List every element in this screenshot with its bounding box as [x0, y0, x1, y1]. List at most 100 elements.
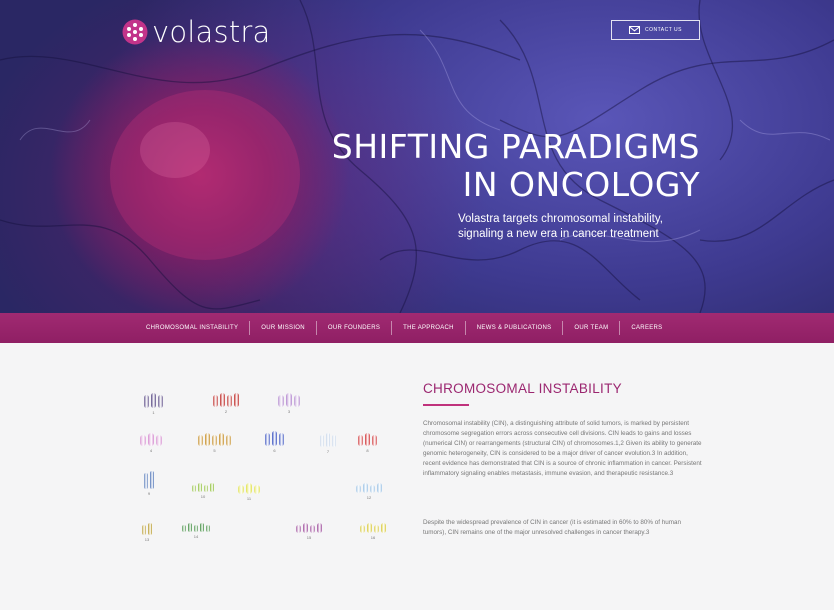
chromosome	[278, 395, 284, 407]
chromosome-pair-number: 16	[370, 535, 376, 540]
chromosome	[238, 485, 244, 494]
nav-our-mission[interactable]: OUR MISSION	[250, 321, 317, 335]
mail-icon	[628, 26, 640, 34]
chromosome-pair: 9	[144, 471, 154, 496]
chromosome-pair-number: 3	[287, 409, 291, 414]
chromosome-pair: 16	[360, 523, 386, 540]
chromosome	[363, 483, 368, 493]
chromosome-pair: 2	[213, 393, 239, 414]
chromosome-pair-number: 6	[273, 448, 276, 453]
chromosome	[219, 433, 224, 446]
chromosome-pair-number: 2	[224, 409, 228, 414]
chromosome	[206, 525, 210, 532]
chromosome	[372, 435, 377, 446]
chromosome-pair: 3	[278, 393, 300, 414]
chromosome-pair-number: 1	[152, 410, 155, 415]
chromosome	[156, 435, 162, 446]
chromosome	[286, 393, 292, 407]
volastra-logo[interactable]: volastra	[122, 15, 271, 49]
chromosome	[148, 523, 152, 535]
chromosome-pair: 4	[140, 433, 162, 453]
chromosome	[227, 395, 232, 407]
chromosome-pair: 5	[198, 433, 231, 453]
chromosome	[151, 393, 156, 408]
chromosome	[142, 525, 146, 535]
chromosome	[310, 525, 315, 533]
chromosome	[381, 523, 386, 533]
chromosome-pair-number: 14	[193, 534, 199, 539]
chromosome-pair-number: 5	[213, 448, 216, 453]
chromosome	[332, 435, 336, 447]
chromosome-pair: 7	[320, 433, 336, 454]
nav-our-founders[interactable]: OUR FOUNDERS	[317, 321, 393, 335]
chromosome	[367, 523, 372, 533]
karyotype-illustration: 1 2 3 4 5 6 7 8 9 10 11 12 13 14 15 16	[140, 391, 400, 571]
headline-line-1: SHIFTING PARADIGMS	[331, 127, 700, 166]
chromosome-pair: 8	[358, 433, 377, 453]
chromosome	[188, 523, 192, 532]
nav-careers[interactable]: CAREERS	[620, 321, 673, 335]
chromosome	[272, 431, 277, 446]
headline-line-2: IN ONCOLOGY	[462, 165, 700, 204]
nav-news-publications[interactable]: NEWS & PUBLICATIONS	[466, 321, 564, 335]
chromosome	[144, 473, 148, 489]
nav-chromosomal-instability[interactable]: CHROMOSOMAL INSTABILITY	[135, 321, 251, 335]
chromosome-pair: 1	[144, 393, 163, 415]
contact-us-button[interactable]: CONTACT US	[611, 20, 700, 40]
chromosome	[246, 483, 252, 494]
chromosome	[374, 525, 379, 533]
chromosome	[205, 433, 210, 446]
main-navigation: CHROMOSOMAL INSTABILITY OUR MISSION OUR …	[0, 313, 834, 343]
chromosome-pair-number: 8	[366, 448, 369, 453]
chromosome	[365, 433, 370, 446]
chromosome	[370, 485, 375, 493]
chromosome	[194, 525, 198, 532]
chromosome	[358, 435, 363, 446]
chromosome-pair: 15	[296, 523, 322, 540]
chromosome	[317, 523, 322, 533]
chromosome	[144, 395, 149, 408]
chromosome-pair-number: 12	[366, 495, 372, 500]
nav-our-team[interactable]: OUR TEAM	[563, 321, 621, 335]
chromosome-pair-number: 10	[200, 494, 206, 499]
chromosome-pair-number: 11	[246, 496, 252, 501]
chromosome-pair-number: 4	[149, 448, 153, 453]
chromosome	[148, 433, 154, 446]
section-paragraph-2: Despite the widespread prevalence of CIN…	[423, 519, 681, 536]
chromosome-pair: 13	[142, 523, 152, 542]
chromosome	[279, 433, 284, 446]
chromosome-pair-number: 13	[144, 537, 150, 542]
section-title: CHROMOSOMAL INSTABILITY	[423, 381, 622, 396]
title-underline	[423, 404, 469, 406]
chromosome	[204, 485, 208, 492]
chromosome	[158, 395, 163, 408]
chromosome	[150, 471, 154, 489]
chromosome	[234, 393, 239, 407]
chromosome	[377, 483, 382, 493]
chromosome	[213, 395, 218, 407]
chromosome	[200, 523, 204, 532]
nav-the-approach[interactable]: THE APPROACH	[392, 321, 466, 335]
chromosome-pair: 10	[192, 483, 214, 499]
chromosome	[303, 523, 308, 533]
chromosome	[198, 483, 202, 492]
chromosome-pair: 6	[265, 431, 284, 453]
chromosome	[265, 433, 270, 446]
chromosome-pair: 11	[238, 483, 260, 501]
chromosome	[140, 435, 146, 446]
chromosome	[294, 395, 300, 407]
chromosome	[226, 435, 231, 446]
section-paragraph-1: Chromosomal instability (CIN), a disting…	[423, 420, 702, 477]
chromosome-pair-number: 15	[306, 535, 312, 540]
chromosome	[296, 525, 301, 533]
hero-headline: SHIFTING PARADIGMS IN ONCOLOGY	[332, 128, 700, 204]
chromosome	[254, 485, 260, 494]
chromosome	[212, 435, 217, 446]
chromosomal-instability-section: 1 2 3 4 5 6 7 8 9 10 11 12 13 14 15 16 CHROMOSOMAL INST…	[0, 343, 834, 610]
chromosome	[182, 525, 186, 532]
chromosome	[192, 485, 196, 492]
chromosome	[356, 485, 361, 493]
chromosome	[198, 435, 203, 446]
chromosome	[326, 433, 330, 447]
contact-us-label: CONTACT US	[644, 27, 683, 33]
